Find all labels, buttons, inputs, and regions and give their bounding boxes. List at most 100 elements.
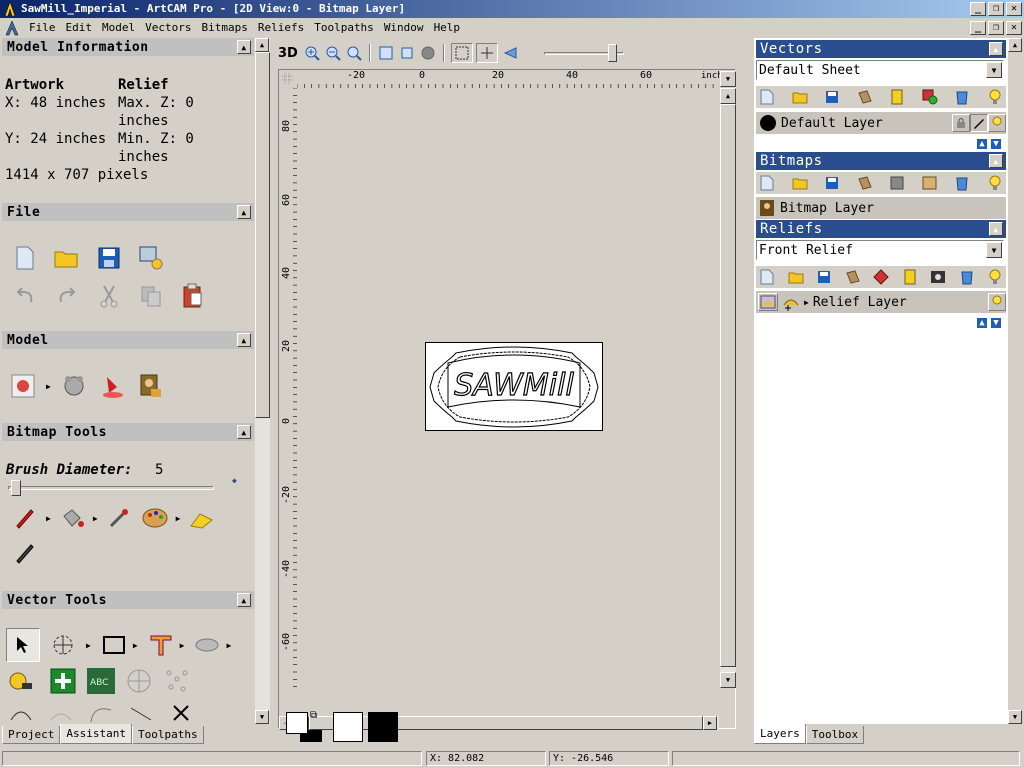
move-down-icon[interactable]: ▼ — [990, 317, 1002, 329]
menu-model[interactable]: Model — [97, 18, 140, 38]
light-bulb-icon[interactable] — [986, 88, 1004, 106]
open-folder-icon[interactable] — [791, 174, 809, 192]
tab-toolbox[interactable]: Toolbox — [805, 726, 865, 744]
menu-window[interactable]: Window — [379, 18, 429, 38]
view-back-icon[interactable] — [501, 44, 519, 62]
new-layer-icon[interactable] — [758, 88, 776, 106]
delete-layer-icon[interactable] — [953, 174, 971, 192]
new-layer-icon[interactable] — [758, 268, 776, 286]
palette-icon[interactable] — [140, 503, 170, 533]
measure-tape-icon[interactable] — [6, 666, 36, 696]
zoom-in-icon[interactable] — [303, 44, 321, 62]
collapse-icon[interactable]: ▲ — [237, 333, 251, 347]
menu-reliefs[interactable]: Reliefs — [253, 18, 309, 38]
scroll-thumb[interactable] — [255, 52, 270, 418]
lock-icon[interactable] — [952, 114, 970, 132]
bitmap-image-icon[interactable] — [921, 174, 939, 192]
black-color-swatch[interactable] — [368, 712, 398, 742]
add-vector-icon[interactable] — [48, 666, 78, 696]
undo-icon[interactable] — [10, 281, 40, 311]
zoom-box-icon[interactable] — [398, 44, 416, 62]
new-layer-icon[interactable] — [758, 174, 776, 192]
light-bulb-icon[interactable] — [986, 174, 1004, 192]
tab-project[interactable]: Project — [2, 726, 61, 744]
menu-toolpaths[interactable]: Toolpaths — [309, 18, 379, 38]
menu-file[interactable]: File — [24, 18, 61, 38]
layer-visibility-icon[interactable] — [901, 268, 919, 286]
delete-layer-icon[interactable] — [958, 268, 976, 286]
collapse-icon[interactable]: ▲ — [237, 205, 251, 219]
snap-grid-icon[interactable] — [451, 43, 473, 63]
zoom-disabled-icon[interactable] — [419, 44, 437, 62]
primary-color-swatch[interactable] — [286, 712, 308, 734]
paint-cone-icon[interactable] — [97, 371, 127, 401]
setup-wizard-icon[interactable] — [136, 243, 166, 273]
new-file-icon[interactable] — [10, 243, 40, 273]
chevron-down-icon[interactable]: ▼ — [986, 242, 1002, 258]
layer-color-icon[interactable] — [760, 115, 776, 131]
scroll-up-icon[interactable]: ▲ — [720, 88, 736, 104]
light-bulb-icon[interactable] — [988, 114, 1006, 132]
scroll-up-icon[interactable]: ▲ — [1008, 38, 1022, 52]
zoom-out-icon[interactable] — [324, 44, 342, 62]
canvas-vscrollbar[interactable]: ▲ ▼ — [720, 88, 736, 688]
scroll-down-icon[interactable]: ▼ — [1008, 710, 1022, 724]
brush-slider-track[interactable] — [8, 486, 214, 490]
brush-slider-thumb[interactable] — [11, 480, 21, 496]
open-folder-icon[interactable] — [52, 243, 82, 273]
doc-close-button[interactable]: ✕ — [1006, 21, 1022, 35]
relief-bake-icon[interactable] — [929, 268, 947, 286]
file-header[interactable]: File ▲ — [2, 203, 254, 221]
delete-vector-icon[interactable] — [166, 702, 196, 724]
save-icon[interactable] — [823, 174, 841, 192]
snap-objects-icon[interactable] — [476, 43, 498, 63]
collapse-icon[interactable]: ▲ — [989, 42, 1003, 56]
paste-icon[interactable] — [178, 281, 208, 311]
menu-vectors[interactable]: Vectors — [140, 18, 196, 38]
menu-edit[interactable]: Edit — [61, 18, 98, 38]
tab-assistant[interactable]: Assistant — [60, 724, 132, 744]
curve-node-icon[interactable] — [6, 702, 36, 724]
copy-icon[interactable] — [136, 281, 166, 311]
scroll-down-icon[interactable]: ▼ — [255, 710, 269, 724]
move-up-icon[interactable]: ▲ — [976, 138, 988, 150]
grayscale-icon[interactable] — [888, 174, 906, 192]
bear-model-icon[interactable] — [59, 371, 89, 401]
mona-lisa-bitmap-icon[interactable] — [135, 371, 165, 401]
cut-icon[interactable] — [94, 281, 124, 311]
line-icon[interactable] — [126, 702, 156, 724]
redo-icon[interactable] — [52, 281, 82, 311]
bitmaps-header[interactable]: Bitmaps ▲ — [756, 152, 1006, 170]
relief-select[interactable]: Front Relief ▼ — [756, 240, 1004, 260]
vector-brush-icon[interactable] — [192, 630, 222, 660]
layer-stack-icon[interactable] — [856, 174, 874, 192]
delete-layer-icon[interactable] — [953, 88, 971, 106]
close-button[interactable]: ✕ — [1006, 2, 1022, 16]
menu-bitmaps[interactable]: Bitmaps — [196, 18, 252, 38]
zoom-extents-icon[interactable] — [377, 44, 395, 62]
3d-view-button[interactable]: 3D — [278, 46, 300, 61]
doc-restore-button[interactable]: ❐ — [988, 21, 1004, 35]
open-folder-icon[interactable] — [791, 88, 809, 106]
model-size-icon[interactable] — [8, 371, 38, 401]
vector-layer-row[interactable]: Default Layer — [756, 112, 1006, 134]
save-icon[interactable] — [94, 243, 124, 273]
tab-layers[interactable]: Layers — [754, 724, 806, 744]
collapse-icon[interactable]: ▲ — [237, 425, 251, 439]
model-info-header[interactable]: Model Information ▲ — [2, 38, 254, 56]
model-header[interactable]: Model ▲ — [2, 331, 254, 349]
menu-help[interactable]: Help — [429, 18, 466, 38]
scroll-up-icon[interactable]: ▲ — [255, 38, 269, 52]
save-icon[interactable] — [815, 268, 833, 286]
reliefs-header[interactable]: Reliefs ▲ — [756, 220, 1006, 238]
move-up-icon[interactable]: ▲ — [976, 317, 988, 329]
light-bulb-icon[interactable] — [988, 293, 1006, 311]
minimize-button[interactable]: _ — [970, 2, 986, 16]
fill-bucket-icon[interactable] — [57, 503, 87, 533]
relief-combine-icon[interactable] — [872, 268, 890, 286]
pipette-icon[interactable] — [104, 503, 134, 533]
restore-button[interactable]: ❐ — [988, 2, 1004, 16]
vectors-header[interactable]: Vectors ▲ — [756, 40, 1006, 58]
left-panel-scrollbar[interactable]: ▲ ▼ — [255, 38, 270, 724]
transform-nodes-icon[interactable] — [48, 630, 78, 660]
